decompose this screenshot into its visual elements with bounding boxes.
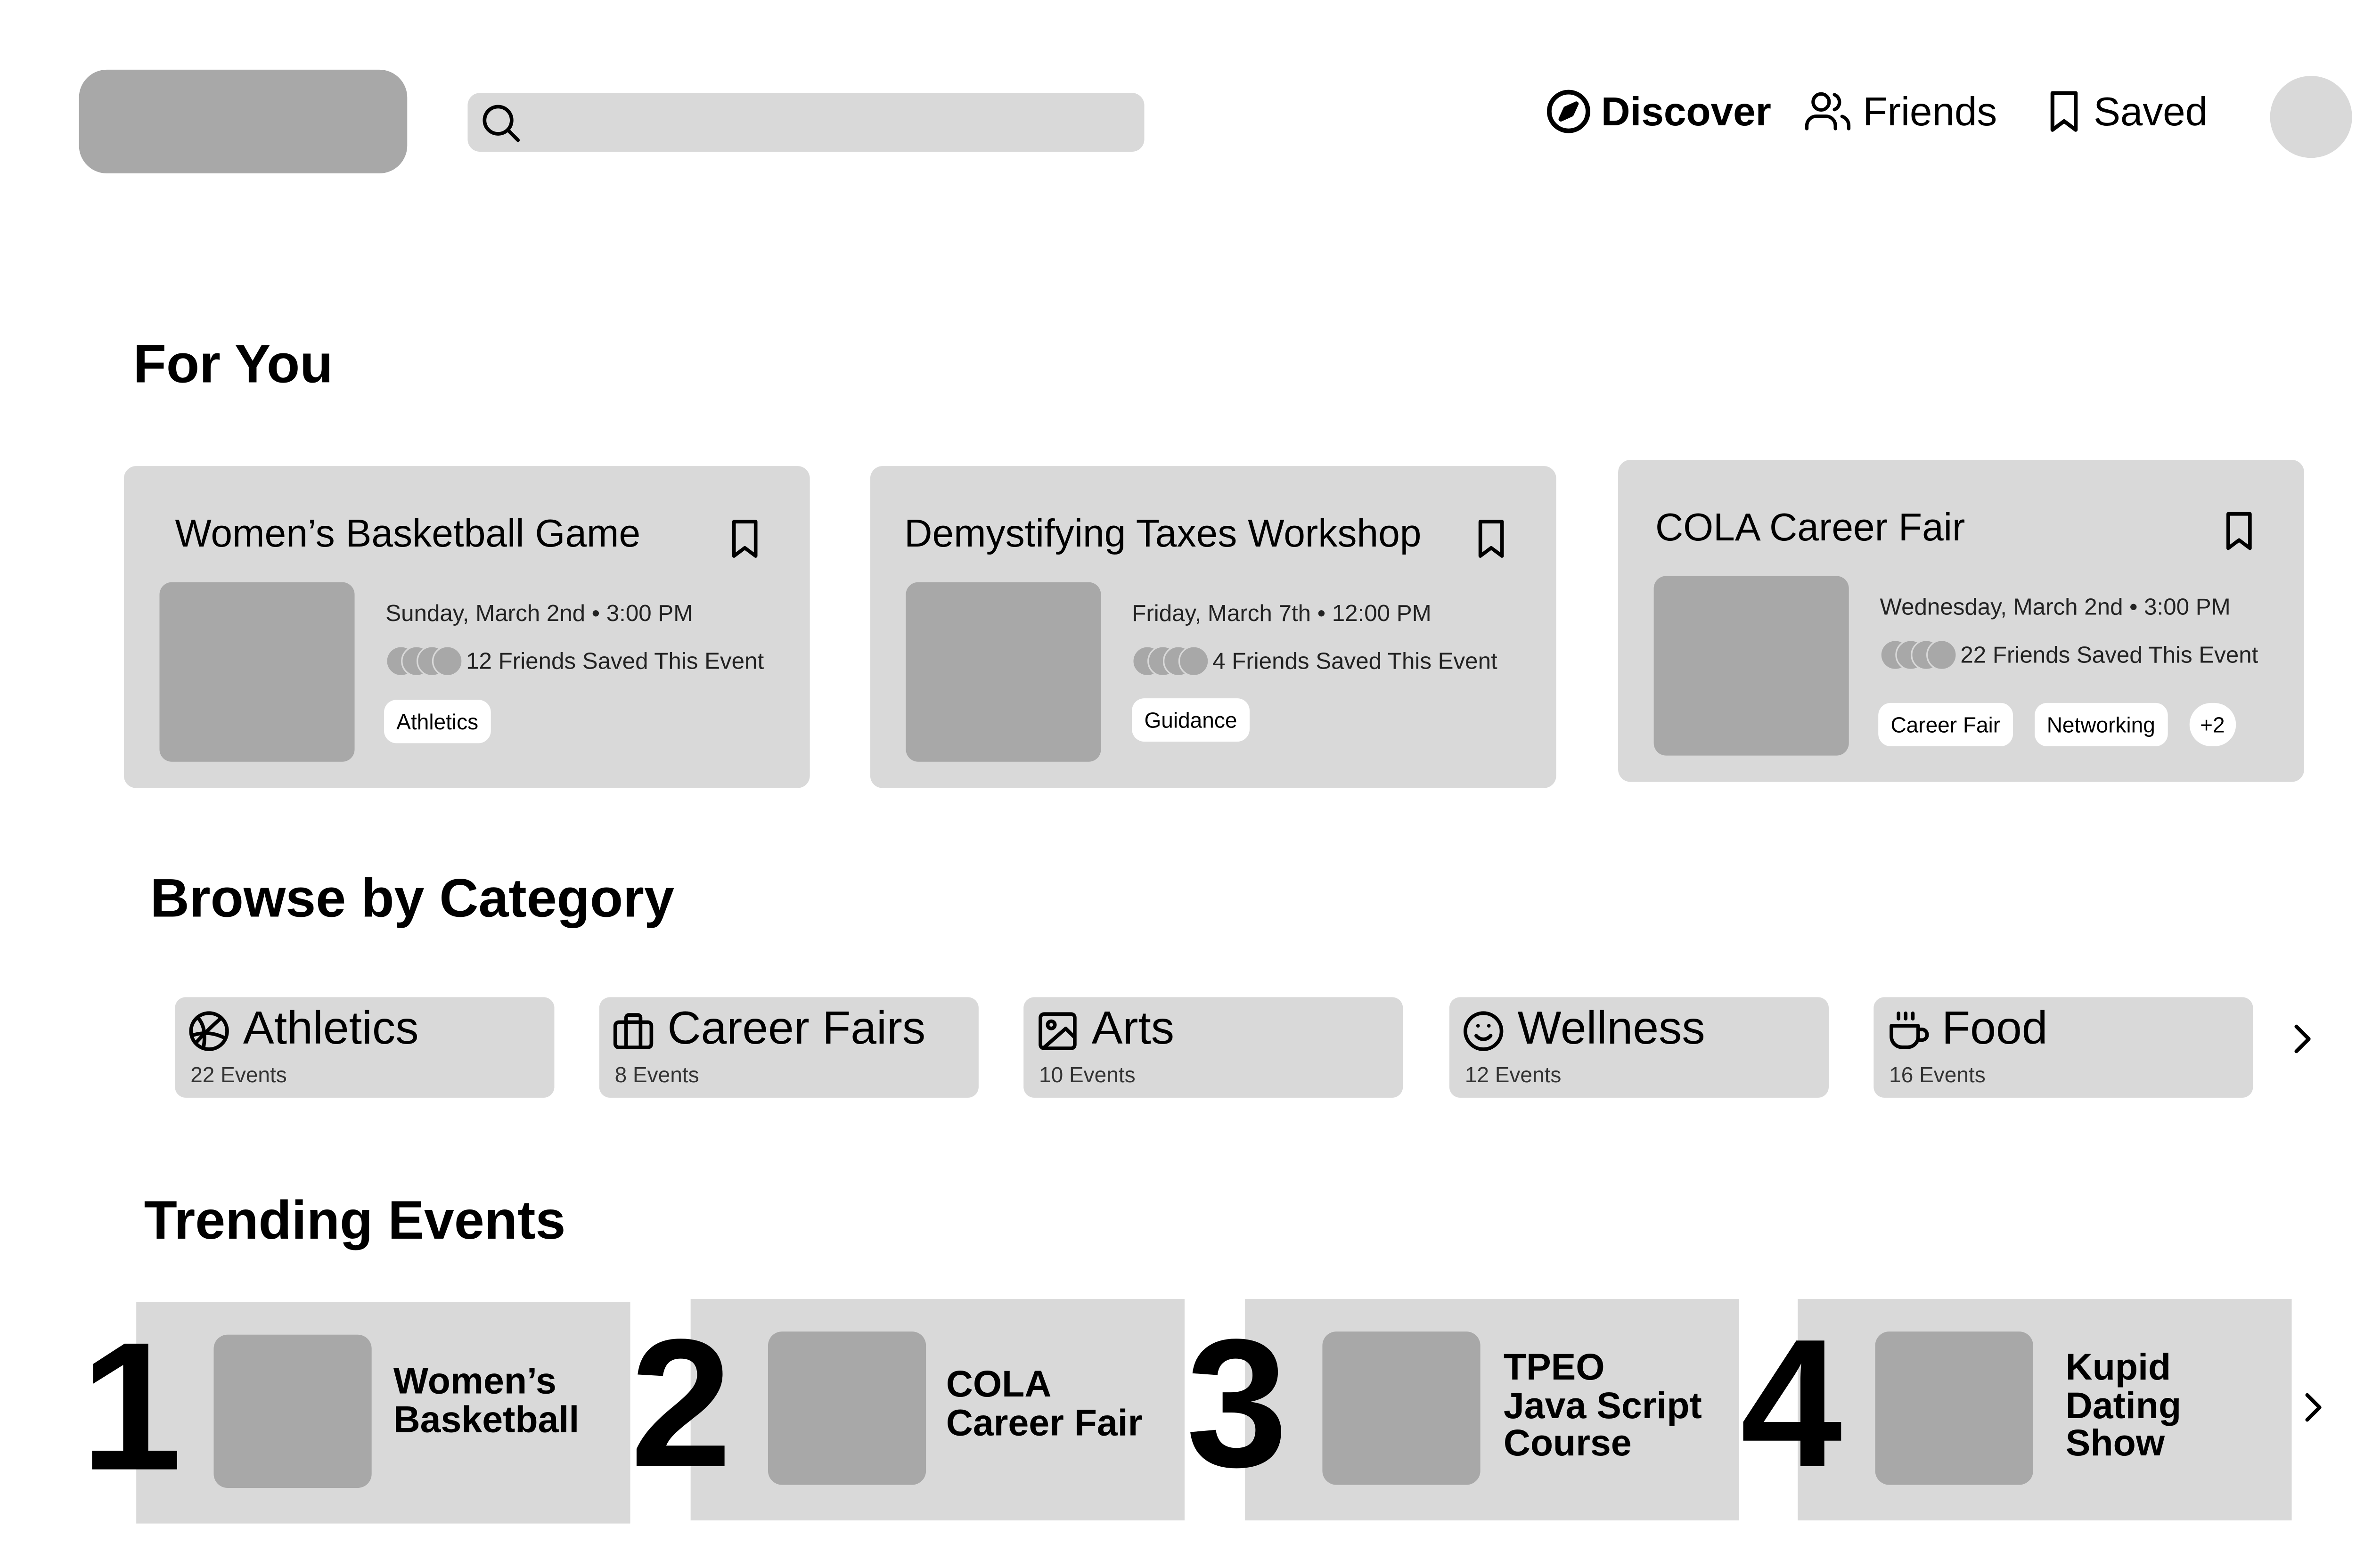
friends-saved: 4 Friends Saved This Event (1132, 645, 1497, 677)
friends-saved-text: 12 Friends Saved This Event (466, 648, 764, 675)
compass-icon (1546, 90, 1590, 133)
category-athletics[interactable]: Athletics 22 Events (175, 997, 555, 1098)
event-card[interactable]: COLA Career Fair Wednesday, March 2nd • … (1618, 460, 2304, 782)
coffee-icon (1890, 1011, 1929, 1049)
event-title: Women’s Basketball Game (175, 512, 641, 556)
image-icon (1039, 1012, 1077, 1050)
event-image (1653, 576, 1849, 756)
category-arts[interactable]: Arts 10 Events (1023, 997, 1403, 1098)
tag-chip[interactable]: Guidance (1132, 698, 1250, 742)
section-title-trending: Trending Events (144, 1191, 566, 1251)
event-title: COLA Career Fair (1655, 506, 1965, 550)
tag-chip[interactable]: Career Fair (1878, 702, 2013, 746)
friend-avatars (1132, 645, 1210, 677)
users-icon (1805, 92, 1851, 131)
more-tags-badge[interactable]: +2 (2189, 702, 2236, 746)
category-name: Food (1941, 1003, 2048, 1054)
category-name: Arts (1091, 1003, 1175, 1054)
category-count: 12 Events (1464, 1062, 1562, 1087)
trending-rank: 1 (80, 1305, 182, 1510)
trending-rank: 2 (630, 1302, 732, 1507)
trending-rank: 4 (1740, 1302, 1842, 1507)
nav-friends[interactable]: Friends (1804, 81, 1997, 142)
friends-saved: 22 Friends Saved This Event (1880, 639, 2258, 670)
smile-icon (1464, 1011, 1504, 1051)
friends-saved: 12 Friends Saved This Event (385, 645, 764, 677)
trending-image (213, 1334, 372, 1488)
nav-saved-label: Saved (2093, 87, 2208, 134)
trending-title: Kupid Dating Show (2065, 1347, 2182, 1465)
category-wellness[interactable]: Wellness 12 Events (1449, 997, 1829, 1098)
nav-saved[interactable]: Saved (2044, 81, 2208, 142)
section-title-for-you: For You (133, 334, 333, 395)
friends-saved-text: 22 Friends Saved This Event (1960, 642, 2258, 668)
search-bar[interactable] (467, 93, 1145, 152)
event-card[interactable]: Women’s Basketball Game Sunday, March 2n… (123, 466, 810, 788)
category-career-fairs[interactable]: Career Fairs 8 Events (599, 997, 979, 1098)
category-name: Wellness (1517, 1003, 1705, 1054)
category-count: 10 Events (1039, 1062, 1136, 1087)
nav-friends-label: Friends (1863, 87, 1997, 134)
trending-rank: 3 (1186, 1302, 1288, 1507)
chevron-right-icon[interactable] (2298, 1386, 2332, 1429)
trending-title: Women’s Basketball (393, 1361, 580, 1441)
event-title: Demystifying Taxes Workshop (904, 512, 1422, 556)
event-image (159, 582, 355, 762)
nav-discover-label: Discover (1601, 87, 1771, 134)
trending-item[interactable] (1798, 1299, 2292, 1521)
friend-avatars (385, 645, 463, 677)
section-title-browse: Browse by Category (150, 868, 674, 929)
trending-title: COLA Career Fair (946, 1364, 1143, 1444)
search-icon (483, 105, 520, 142)
category-count: 16 Events (1889, 1062, 1986, 1087)
bookmark-icon[interactable] (2220, 509, 2258, 553)
friend-avatars (1880, 639, 1957, 670)
bookmark-icon (2050, 91, 2078, 132)
category-food[interactable]: Food 16 Events (1873, 997, 2253, 1098)
category-name: Career Fairs (667, 1003, 926, 1054)
nav-discover[interactable]: Discover (1546, 81, 1771, 142)
event-date: Sunday, March 2nd • 3:00 PM (385, 601, 693, 627)
avatar[interactable] (2270, 76, 2352, 158)
bookmark-icon[interactable] (1472, 517, 1510, 561)
tag-chip[interactable]: Networking (2034, 702, 2168, 746)
friends-saved-text: 4 Friends Saved This Event (1212, 648, 1497, 675)
trending-title: TPEO Java Script Course (1503, 1347, 1702, 1465)
event-card[interactable]: Demystifying Taxes Workshop Friday, Marc… (870, 466, 1556, 788)
category-count: 22 Events (190, 1062, 287, 1087)
category-count: 8 Events (614, 1062, 699, 1087)
app-logo[interactable] (79, 69, 408, 174)
tag-chip[interactable]: Athletics (384, 700, 491, 743)
bookmark-icon[interactable] (726, 517, 763, 561)
event-image (906, 582, 1101, 762)
basketball-icon (189, 1011, 229, 1051)
event-date: Friday, March 7th • 12:00 PM (1132, 601, 1432, 627)
event-date: Wednesday, March 2nd • 3:00 PM (1880, 594, 2231, 621)
trending-image (1322, 1331, 1481, 1485)
category-name: Athletics (243, 1003, 419, 1054)
chevron-right-icon[interactable] (2287, 1017, 2321, 1061)
trending-image (768, 1331, 926, 1485)
trending-image (1875, 1331, 2033, 1485)
briefcase-icon (613, 1013, 654, 1049)
search-input[interactable] (536, 99, 1124, 146)
